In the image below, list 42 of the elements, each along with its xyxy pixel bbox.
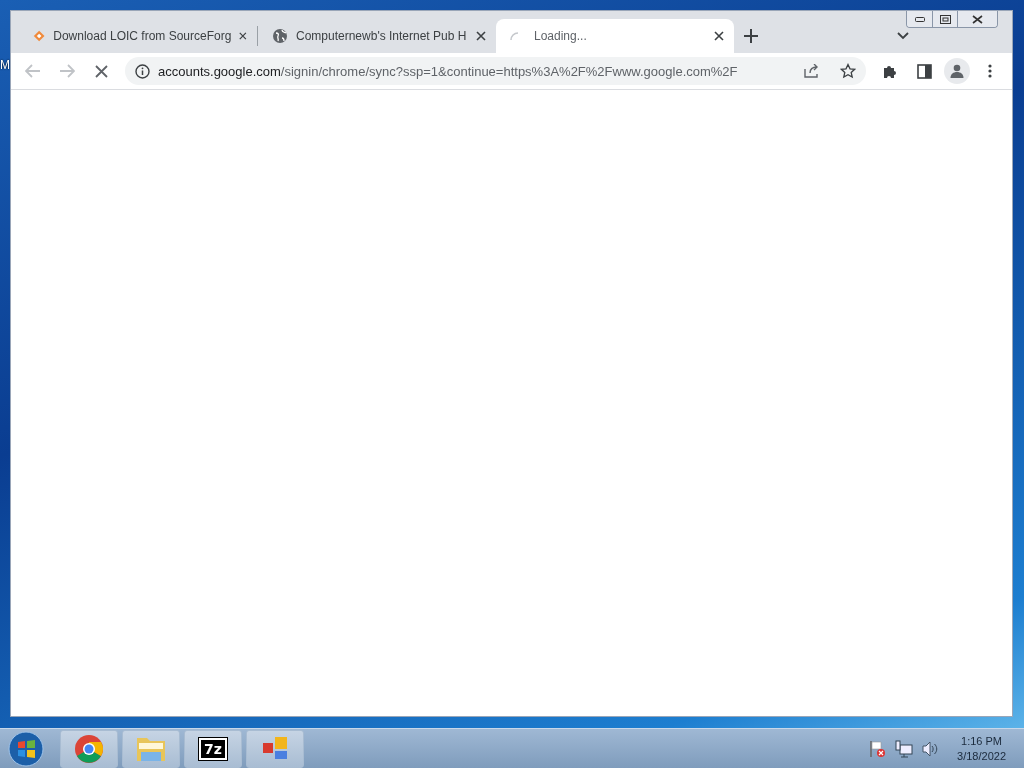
clock-date: 3/18/2022 [957,748,1006,764]
puzzle-icon[interactable] [882,63,898,79]
taskbar-app-button[interactable] [60,729,118,768]
chevron-down-icon[interactable] [897,32,909,40]
url-text: accounts.google.com/signin/chrome/sync?ssp=1&continue=https%3A%2F%2Fwww.google.com%2F [158,63,739,79]
desktop-icon-label: M [0,58,10,72]
minimize-icon [914,16,925,22]
clock[interactable]: 1:16 PM 3/18/2022 [957,733,1006,764]
spinner-icon [510,32,518,40]
profile-icon[interactable] [949,63,965,79]
close-icon[interactable] [476,31,486,41]
close-icon[interactable] [714,31,724,41]
plus-icon[interactable] [744,29,758,43]
maximize-button[interactable] [932,11,957,27]
network-icon[interactable] [895,739,914,758]
stop-icon[interactable] [94,64,108,78]
taskbar-app-button[interactable]: 7z [184,729,242,768]
chrome-icon [74,733,104,764]
browser-tab[interactable]: Computernewb's Internet Pub H [258,19,496,53]
speaker-icon[interactable] [921,739,940,758]
address-bar[interactable]: accounts.google.com/signin/chrome/sync?ssp=1&continue=https%3A%2F%2Fwww.google.com%2F [125,57,866,85]
clock-time: 1:16 PM [961,733,1002,749]
tab-title: Loading... [534,29,588,43]
menu-icon[interactable] [988,64,992,78]
browser-tab[interactable]: Download LOIC from SourceForg [19,19,257,53]
diamond-icon [33,28,46,44]
browser-tab[interactable]: Loading... [496,19,734,53]
globe-icon [272,28,288,44]
close-icon[interactable] [239,31,247,41]
flag-icon[interactable] [869,739,888,758]
star-icon[interactable] [840,63,856,79]
close-icon [972,14,983,24]
close-button[interactable] [957,11,997,27]
info-icon[interactable] [135,63,150,79]
taskbar-app-button[interactable] [246,729,304,768]
maximize-icon [939,14,951,24]
tab-title: Download LOIC from SourceForg [53,29,232,43]
share-icon[interactable] [804,64,820,78]
sevenzip-icon: 7z [199,737,227,760]
side-panel-icon[interactable] [916,63,932,79]
minimize-button[interactable] [907,11,932,27]
tab-title: Computernewb's Internet Pub H [296,29,468,43]
